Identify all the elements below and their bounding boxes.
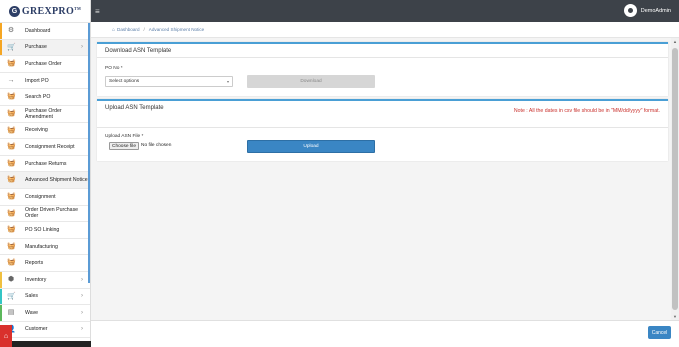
sidebar-item-label: Order Driven Purchase Order (25, 207, 79, 220)
page-scrollbar[interactable]: ▲ ▼ (671, 38, 679, 320)
basket-icon: 🧺 (7, 226, 16, 234)
sidebar-item-label: Customer (25, 326, 48, 333)
avatar (623, 4, 637, 17)
menu-toggle-icon[interactable]: ≡ (95, 7, 100, 16)
brand-mark-icon: G (8, 5, 20, 17)
sidebar-item-label: Wave (25, 309, 39, 316)
po-no-select-value: Select options (109, 79, 140, 84)
sidebar-item-wave[interactable]: ▤ Wave › (0, 305, 90, 322)
sidebar-item-label: Purchase Returns (25, 160, 67, 167)
sidebar-item-label: Dashboard (25, 27, 51, 34)
basket-icon: 🧺 (7, 192, 16, 200)
upload-button[interactable]: Upload (247, 140, 375, 153)
sidebar-item-sales[interactable]: 🛒 Sales › (0, 288, 90, 306)
brand-logo[interactable]: G GREXPROTM (0, 0, 90, 23)
sidebar-item-label: Consignment (25, 193, 56, 200)
sidebar-item-manufacturing[interactable]: 🧺 Manufacturing (0, 238, 90, 256)
brand-name: GREXPROTM (21, 5, 82, 17)
breadcrumb-current: Advanced Shipment Notice (148, 27, 205, 32)
chevron-right-icon: › (81, 326, 83, 333)
sidebar-item-dashboard[interactable]: ⚙ Dashboard (0, 23, 90, 40)
choose-file-button[interactable]: Choose file (109, 142, 139, 150)
scroll-down-icon[interactable]: ▼ (671, 313, 679, 320)
home-icon[interactable]: ⌂ (0, 325, 12, 347)
dashboard-icon: ⌂ (112, 26, 116, 33)
sidebar-item-po-amendment[interactable]: 🧺 Purchase Order Amendment (0, 105, 90, 123)
sidebar-item-label: Purchase (25, 44, 47, 51)
basket-icon: 🧺 (7, 159, 16, 167)
file-status-text: No file chosen (141, 143, 172, 148)
sidebar-item-label: PO SO Linking (25, 226, 60, 233)
sidebar-item-po-so-linking[interactable]: 🧺 PO SO Linking (0, 222, 90, 239)
breadcrumb-separator: / (143, 27, 145, 32)
upload-asn-card: Upload ASN Template Note : All the dates… (97, 99, 668, 161)
sidebar-item-label: Consignment Receipt (25, 143, 75, 150)
sidebar-item-receiving[interactable]: 🧺 Receiving (0, 122, 90, 140)
basket-icon: 🧺 (7, 209, 16, 217)
sidebar-item-import-po[interactable]: → Import PO (0, 72, 90, 90)
sidebar-item-purchase-order[interactable]: 🧺 Purchase Order (0, 56, 90, 73)
card-title: Download ASN Template (97, 44, 668, 58)
sidebar-item-reports[interactable]: 🧺 Reports (0, 255, 90, 272)
sidebar-item-label: Receiving (25, 127, 48, 134)
gear-icon: ⚙ (7, 27, 15, 34)
main-content: Download ASN Template PO No * Select opt… (97, 42, 668, 164)
sidebar-item-advanced-shipment-notice[interactable]: 🧺 Advanced Shipment Notice (0, 172, 90, 189)
wave-icon: ▤ (7, 309, 15, 317)
po-no-select[interactable]: Select options ▾ (105, 76, 233, 87)
cart-icon: 🛒 (7, 292, 16, 300)
sidebar-item-label: Advanced Shipment Notice (25, 177, 88, 184)
sidebar-item-label: Search PO (25, 94, 51, 101)
upload-file-label: Upload ASN File * (105, 134, 144, 139)
scroll-thumb[interactable] (672, 48, 678, 310)
basket-icon: 🧺 (7, 93, 16, 101)
download-asn-card: Download ASN Template PO No * Select opt… (97, 42, 668, 96)
sidebar-item-purchase[interactable]: 🛒 Purchase › (0, 39, 90, 57)
sidebar-item-label: Import PO (25, 77, 49, 84)
sidebar-item-label: Reports (25, 260, 44, 267)
sidebar-item-search-po[interactable]: 🧺 Search PO (0, 89, 90, 106)
sidebar-nav: ⚙ Dashboard 🛒 Purchase › 🧺 Purchase Orde… (0, 23, 90, 345)
cube-icon: ⬢ (7, 275, 15, 283)
import-icon: → (7, 76, 15, 84)
sidebar-item-order-driven-po[interactable]: 🧺 Order Driven Purchase Order (0, 205, 90, 223)
cancel-button[interactable]: Cancel (648, 326, 671, 339)
basket-icon: 🧺 (7, 126, 16, 134)
download-button[interactable]: Download (247, 75, 375, 88)
sidebar-item-consignment[interactable]: 🧺 Consignment (0, 188, 90, 206)
basket-icon: 🧺 (7, 143, 16, 151)
date-format-note: Note : All the dates in csv file should … (513, 108, 660, 114)
user-menu[interactable]: DemoAdmin (623, 4, 671, 17)
sidebar-item-label: Inventory (25, 276, 47, 283)
sidebar-item-inventory[interactable]: ⬢ Inventory › (0, 271, 90, 289)
caret-down-icon: ▾ (226, 79, 229, 84)
basket-icon: 🧺 (7, 109, 16, 117)
scroll-up-icon[interactable]: ▲ (671, 38, 679, 45)
basket-icon: 🧺 (7, 259, 16, 267)
user-name: DemoAdmin (640, 7, 671, 14)
chevron-right-icon: › (81, 44, 83, 51)
footer-bar: Cancel (91, 320, 679, 347)
sidebar-scrollbar[interactable] (88, 23, 90, 283)
chevron-right-icon: › (81, 276, 83, 283)
basket-icon: 🧺 (7, 176, 16, 184)
sidebar-item-customer[interactable]: 👤 Customer › (0, 321, 90, 339)
sidebar-item-consignment-receipt[interactable]: 🧺 Consignment Receipt (0, 139, 90, 156)
cart-icon: 🛒 (7, 43, 16, 51)
sidebar-footer (12, 341, 91, 347)
po-no-label: PO No * (105, 66, 123, 71)
breadcrumb: ⌂ Dashboard / Advanced Shipment Notice (91, 22, 679, 38)
sidebar-item-purchase-returns[interactable]: 🧺 Purchase Returns (0, 155, 90, 173)
sidebar-item-label: Purchase Order (25, 60, 62, 67)
sidebar-item-label: Purchase Order Amendment (25, 107, 62, 120)
sidebar-item-label: Sales (25, 293, 38, 300)
chevron-right-icon: › (81, 309, 83, 316)
basket-icon: 🧺 (7, 242, 16, 250)
chevron-right-icon: › (81, 293, 83, 300)
topbar: ≡ DemoAdmin (91, 0, 679, 22)
basket-icon: 🧺 (7, 60, 16, 68)
breadcrumb-home-link[interactable]: Dashboard (117, 27, 139, 32)
sidebar-item-label: Manufacturing (25, 243, 58, 250)
sidebar: G GREXPROTM ⚙ Dashboard 🛒 Purchase › 🧺 P… (0, 0, 91, 347)
